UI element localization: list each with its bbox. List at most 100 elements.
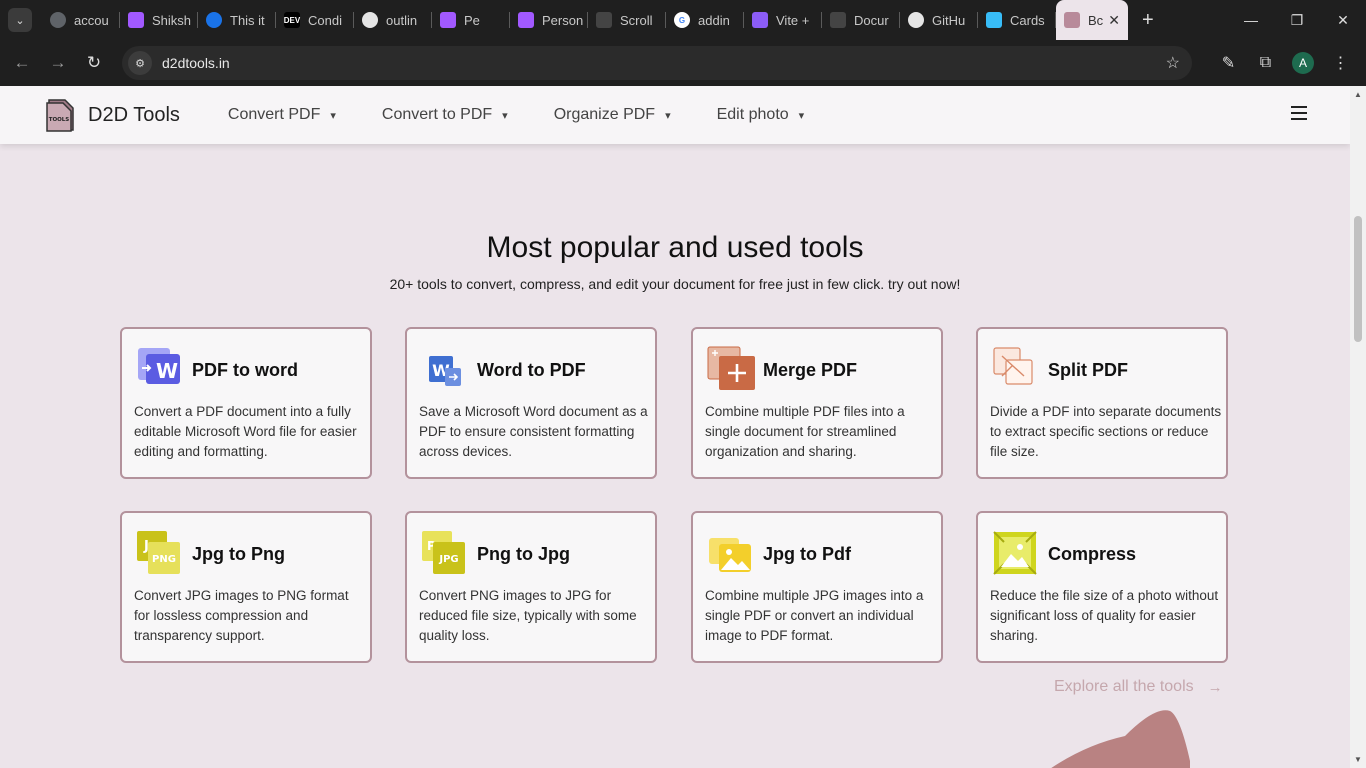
tool-card-jpg-to-pdf[interactable]: Jpg to Pdf Combine multiple JPG images i…	[691, 511, 943, 663]
menu-label: Edit photo	[716, 106, 789, 123]
browser-tab[interactable]: accou	[42, 0, 120, 40]
split-pdf-icon	[992, 346, 1038, 392]
browser-tab-active[interactable]: Bc ✕	[1056, 0, 1128, 40]
menu-organize-pdf[interactable]: Organize PDF ▾	[554, 106, 671, 124]
tab-favicon-icon: G	[674, 12, 690, 28]
card-description: Save a Microsoft Word document as a PDF …	[419, 404, 648, 459]
browser-tab[interactable]: Vite +	[744, 0, 822, 40]
tool-card-pdf-to-word[interactable]: W PDF to word Convert a PDF document int…	[120, 327, 372, 479]
browser-tab[interactable]: Gaddin	[666, 0, 744, 40]
browser-menu-icon[interactable]: ⋮	[1322, 53, 1359, 73]
browser-tab[interactable]: This it	[198, 0, 276, 40]
tool-card-png-to-jpg[interactable]: P JPG Png to Jpg Convert PNG images to J…	[405, 511, 657, 663]
card-description: Convert a PDF document into a fully edit…	[134, 404, 357, 459]
tab-favicon-icon	[518, 12, 534, 28]
tab-favicon-icon	[128, 12, 144, 28]
browser-tab[interactable]: Shiksh	[120, 0, 198, 40]
explore-label: Explore all the tools	[1054, 678, 1194, 695]
card-title: Jpg to Pdf	[763, 544, 851, 564]
close-tab-icon[interactable]: ✕	[1108, 12, 1120, 29]
tab-label: outlin	[386, 12, 418, 28]
explore-all-tools-link[interactable]: Explore all the tools →	[1054, 678, 1223, 696]
toolbar-actions: ✎ ⧉ A ⋮	[1210, 52, 1359, 74]
profile-avatar[interactable]: A	[1292, 52, 1314, 74]
page-scrollbar[interactable]: ▲ ▼	[1350, 86, 1366, 768]
scrollbar-thumb[interactable]	[1354, 216, 1362, 342]
close-window-button[interactable]: ✕	[1320, 12, 1366, 29]
chevron-down-icon: ▾	[798, 109, 805, 122]
tool-card-jpg-to-png[interactable]: J PNG Jpg to Png Convert JPG images to P…	[120, 511, 372, 663]
tab-favicon-icon: DEV	[284, 12, 300, 28]
jpg-to-pdf-icon	[707, 530, 753, 576]
card-description: Convert PNG images to JPG for reduced fi…	[419, 588, 637, 643]
tab-label: accou	[74, 12, 109, 28]
extensions-icon[interactable]: ⧉	[1247, 54, 1284, 72]
logo-icon[interactable]: TOOLS	[45, 97, 75, 133]
site-info-icon[interactable]: ⚙	[128, 51, 152, 75]
card-description: Divide a PDF into separate documents to …	[990, 404, 1222, 459]
brand-name[interactable]: D2D Tools	[88, 104, 180, 127]
card-title: PDF to word	[192, 360, 298, 380]
png-to-jpg-icon: P JPG	[421, 530, 467, 576]
maximize-button[interactable]: ❐	[1274, 12, 1320, 29]
tab-label: Docur	[854, 12, 889, 28]
browser-tab[interactable]: DEV Condi	[276, 0, 354, 40]
tab-favicon-icon	[752, 12, 768, 28]
forward-button[interactable]: →	[40, 53, 76, 73]
card-description: Reduce the file size of a photo without …	[990, 588, 1219, 643]
card-title: Merge PDF	[763, 360, 858, 380]
url-text[interactable]: d2dtools.in	[162, 55, 230, 71]
browser-tab[interactable]: Person	[510, 0, 588, 40]
main-menu: Convert PDF ▾ Convert to PDF ▾ Organize PD…	[228, 106, 850, 124]
menu-convert-pdf[interactable]: Convert PDF ▾	[228, 106, 336, 124]
new-tab-button[interactable]: +	[1142, 9, 1154, 32]
tool-card-word-to-pdf[interactable]: W Word to PDF Save a Microsoft Word docu…	[405, 327, 657, 479]
tab-favicon-icon	[986, 12, 1002, 28]
card-title: Compress	[1048, 544, 1137, 564]
logo-text: TOOLS	[49, 117, 70, 123]
browser-tab[interactable]: Pe	[432, 0, 510, 40]
tool-card-merge-pdf[interactable]: Merge PDF Combine multiple PDF files int…	[691, 327, 943, 479]
tool-card-compress[interactable]: Compress Reduce the file size of a photo…	[976, 511, 1228, 663]
menu-label: Organize PDF	[553, 106, 656, 123]
tab-favicon-icon	[908, 12, 924, 28]
section-subtitle: 20+ tools to convert, compress, and edit…	[389, 276, 961, 292]
scroll-down-icon[interactable]: ▼	[1354, 755, 1362, 764]
browser-tab[interactable]: Docur	[822, 0, 900, 40]
card-description: Combine multiple PDF files into a single…	[705, 404, 905, 459]
arrow-right-icon: →	[1207, 678, 1223, 696]
tab-label: Vite +	[776, 12, 810, 28]
card-title: Split PDF	[1048, 360, 1128, 380]
browser-tab-strip: ⌄ accou Shiksh This it DEV Condi outlin P…	[0, 0, 1366, 40]
browser-tab[interactable]: Scroll	[588, 0, 666, 40]
tab-favicon-icon	[206, 12, 222, 28]
pen-icon[interactable]: ✎	[1210, 53, 1247, 73]
window-controls: — ❐ ✕	[1228, 0, 1366, 40]
card-description: Convert JPG images to PNG format for los…	[134, 588, 349, 643]
browser-tab[interactable]: GitHu	[900, 0, 978, 40]
compress-icon	[992, 530, 1038, 576]
menu-convert-to-pdf[interactable]: Convert to PDF ▾	[382, 106, 508, 124]
tab-label: Scroll	[620, 12, 653, 28]
tab-label: Cards	[1010, 12, 1045, 28]
menu-edit-photo[interactable]: Edit photo ▾	[717, 106, 805, 124]
minimize-button[interactable]: —	[1228, 12, 1274, 28]
svg-text:W: W	[156, 359, 178, 383]
tab-favicon-icon	[440, 12, 456, 28]
menu-label: Convert PDF	[227, 106, 321, 123]
tab-label: Person	[542, 12, 584, 28]
address-bar[interactable]: ⚙ d2dtools.in ☆	[122, 46, 1192, 80]
reload-button[interactable]: ↻	[76, 53, 112, 73]
svg-text:PNG: PNG	[152, 554, 176, 565]
tab-search-button[interactable]: ⌄	[8, 8, 32, 32]
chevron-down-icon: ▾	[502, 109, 508, 122]
tool-card-split-pdf[interactable]: Split PDF Divide a PDF into separate doc…	[976, 327, 1228, 479]
bookmark-star-icon[interactable]: ☆	[1166, 53, 1180, 73]
scroll-up-icon[interactable]: ▲	[1354, 90, 1362, 99]
tab-favicon-icon	[50, 12, 66, 28]
browser-tab[interactable]: outlin	[354, 0, 432, 40]
pdf-to-word-icon: W	[136, 346, 182, 392]
browser-tab[interactable]: Cards	[978, 0, 1056, 40]
hamburger-menu-icon[interactable]	[1291, 106, 1307, 121]
back-button[interactable]: ←	[4, 53, 40, 73]
